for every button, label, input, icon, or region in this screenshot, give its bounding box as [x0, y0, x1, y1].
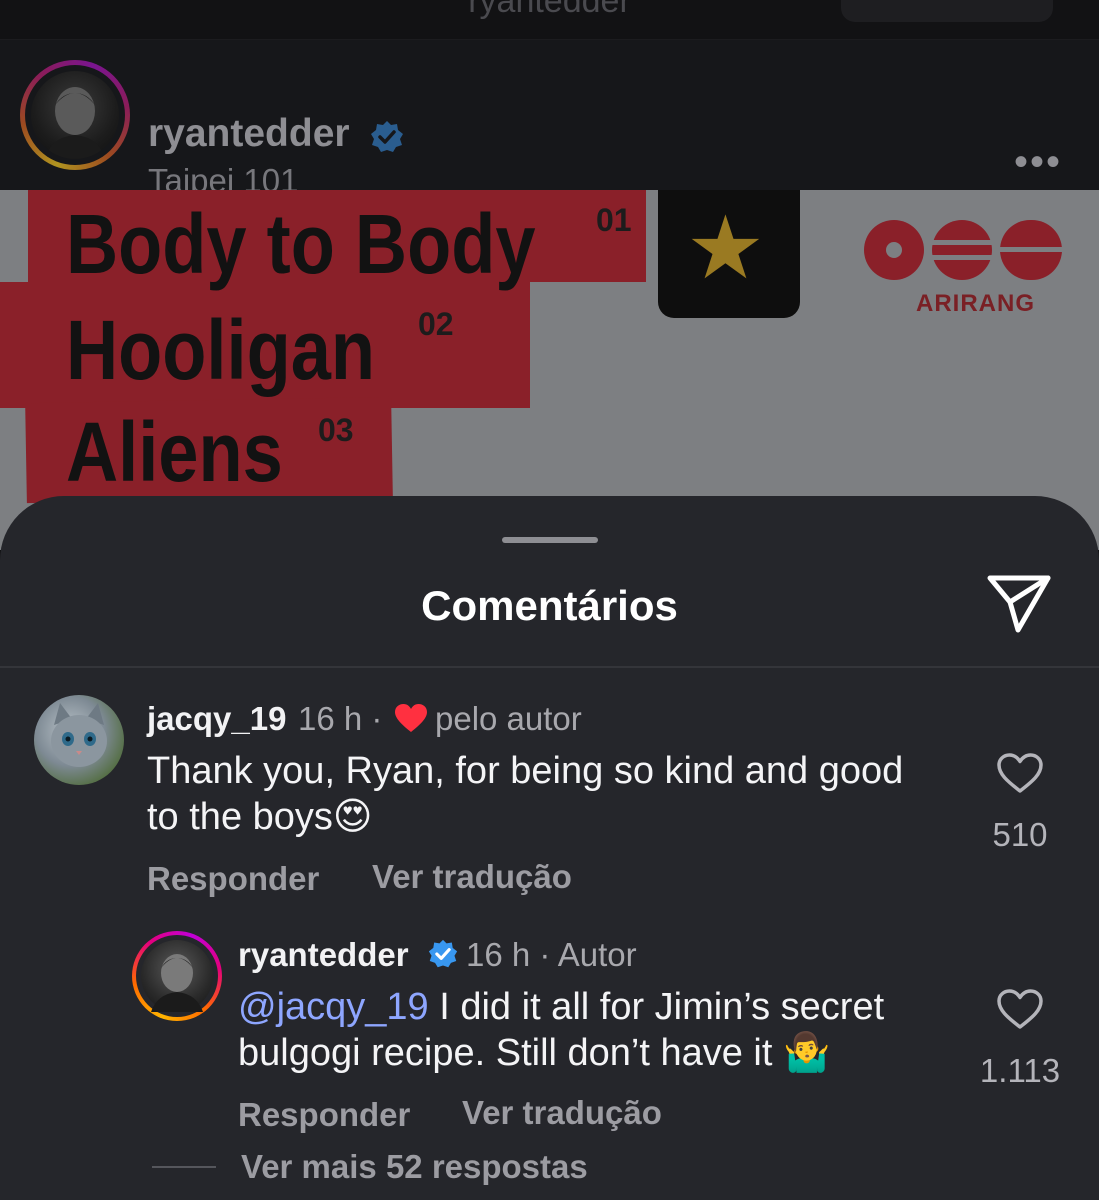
- track-title: Hooligan: [66, 303, 375, 397]
- top-bar-button[interactable]: [841, 0, 1053, 22]
- sheet-title: Comentários: [421, 582, 678, 629]
- sheet-grabber[interactable]: [502, 537, 598, 543]
- heart-outline-icon[interactable]: [996, 752, 1044, 794]
- post-header: ryantedder Taipei 101 •••: [0, 40, 1099, 199]
- like-count: 1.113: [979, 1052, 1061, 1089]
- arirang-logo: [864, 220, 1062, 280]
- reply-username[interactable]: ryantedder: [238, 936, 409, 974]
- heart-outline-icon[interactable]: [996, 988, 1044, 1030]
- emoji: 🤷‍♂️: [783, 1032, 831, 1074]
- post-username[interactable]: ryantedder: [148, 112, 350, 156]
- star-icon: ★: [686, 198, 765, 297]
- see-translation-button[interactable]: Ver tradução: [462, 1094, 662, 1132]
- comment-username[interactable]: jacqy_19: [147, 700, 286, 738]
- verified-icon: [428, 939, 458, 968]
- view-more-replies-button[interactable]: Ver mais 52 respostas: [241, 1148, 588, 1186]
- mention-link[interactable]: @jacqy_19: [238, 986, 429, 1028]
- track-number: 03: [318, 412, 354, 448]
- liked-by-author-label: pelo autor: [435, 700, 582, 737]
- comments-sheet: Comentários jacqy_19 16 h · pelo autor T…: [0, 496, 1099, 1200]
- heart-filled-icon: [395, 704, 427, 732]
- top-bar: ryantedder: [0, 0, 1099, 40]
- see-translation-button[interactable]: Ver tradução: [372, 858, 572, 896]
- verified-icon: [371, 121, 403, 152]
- comment-time: 16 h ·: [298, 700, 383, 737]
- reply-time: 16 h · Autor: [466, 936, 637, 973]
- track-number: 02: [418, 306, 454, 342]
- arirang-logo-text: ARIRANG: [916, 290, 1035, 317]
- reply-text: @jacqy_19 I did it all for Jimin’s secre…: [238, 986, 885, 1074]
- share-icon[interactable]: [986, 572, 1052, 634]
- reply-button[interactable]: Responder: [238, 1096, 410, 1134]
- more-options-icon[interactable]: •••: [1014, 140, 1062, 185]
- commenter-avatar[interactable]: [34, 695, 124, 785]
- replies-divider: [152, 1166, 216, 1168]
- reply-button[interactable]: Responder: [147, 860, 319, 898]
- emoji: 😍: [332, 796, 373, 838]
- comment-text: Thank you, Ryan, for being so kind and g…: [147, 750, 904, 838]
- reply-avatar[interactable]: [132, 931, 222, 1021]
- track-number: 01: [596, 202, 632, 238]
- track-title: Aliens: [66, 405, 283, 499]
- track-title: Body to Body: [66, 197, 536, 291]
- post-avatar[interactable]: [20, 60, 130, 170]
- like-count: 510: [992, 816, 1048, 853]
- sheet-divider: [0, 666, 1099, 668]
